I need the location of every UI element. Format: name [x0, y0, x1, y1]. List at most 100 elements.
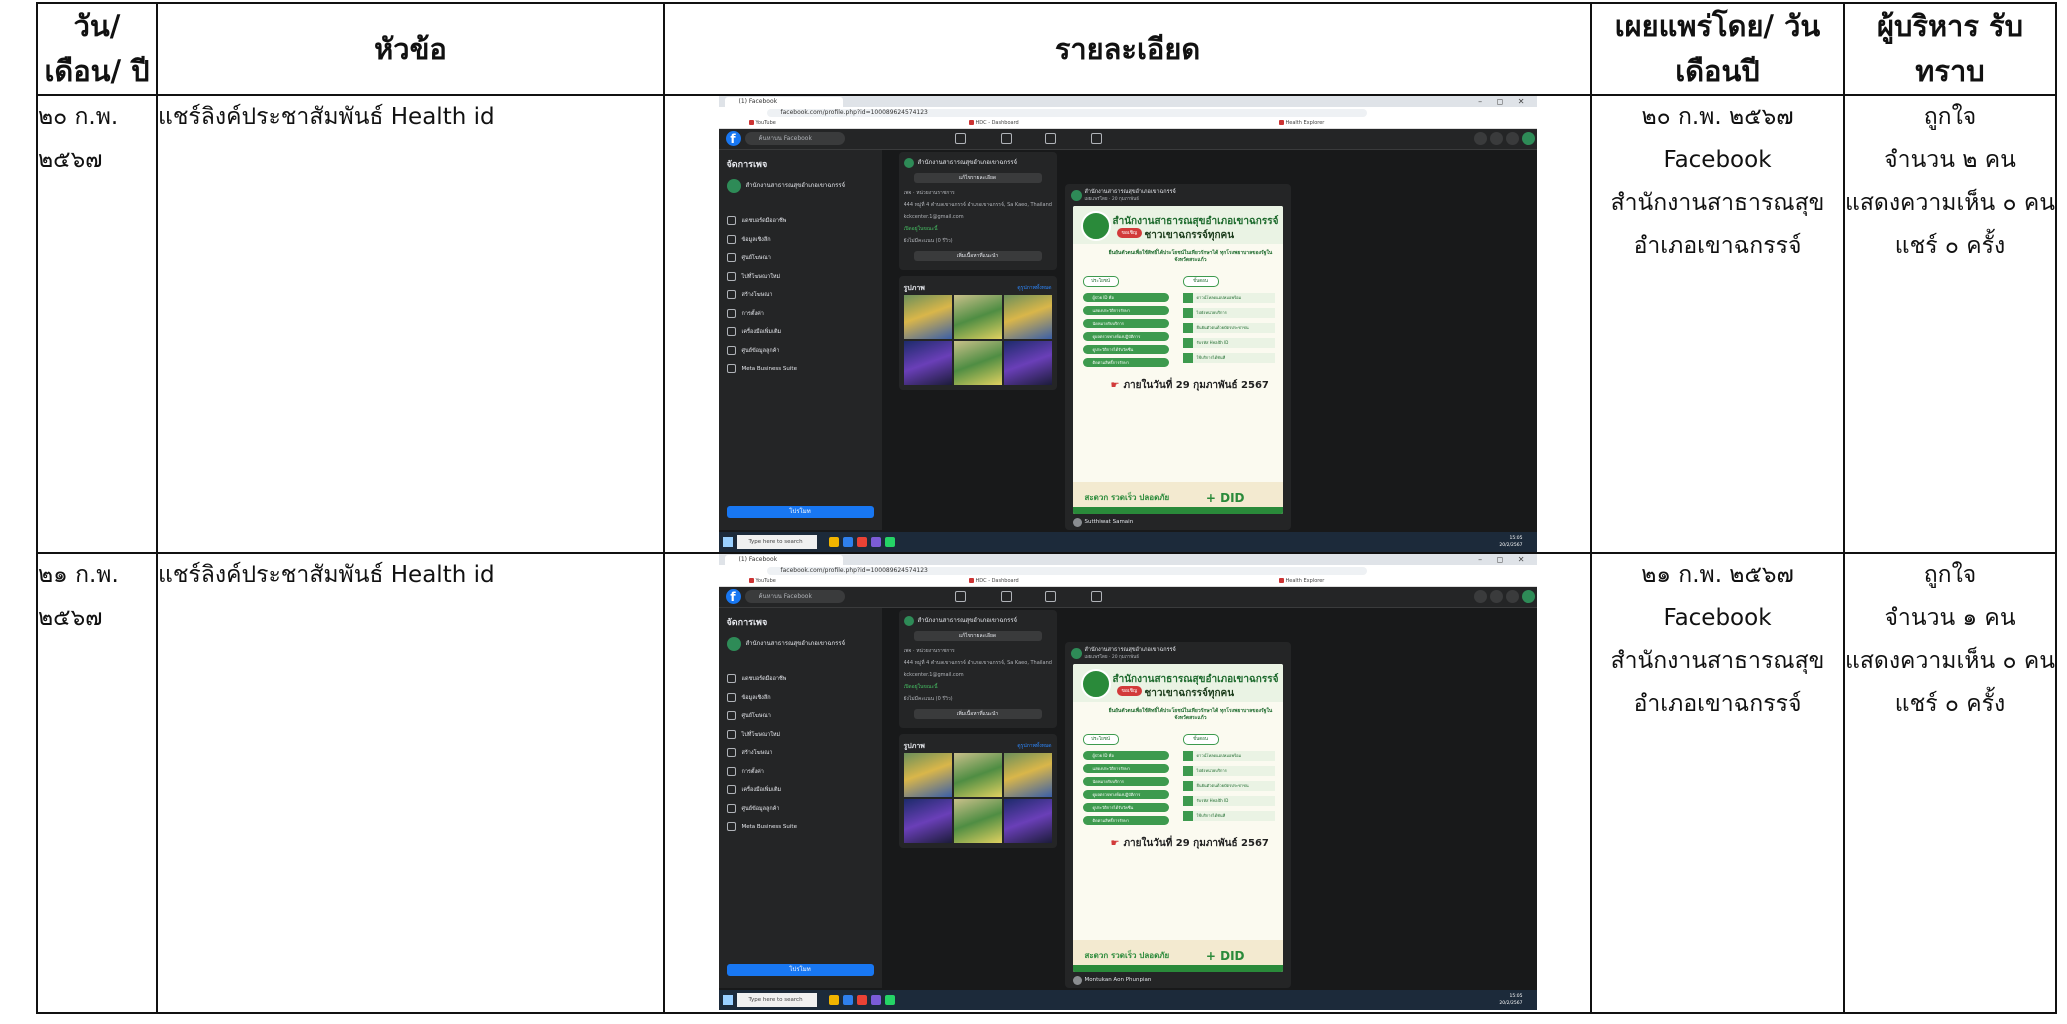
- post-author[interactable]: สำนักงานสาธารณสุขอำเภอเขาฉกรรจ์ เผยแพร่โด…: [1070, 189, 1176, 203]
- browser-tab[interactable]: (1) Facebook: [724, 97, 843, 107]
- facebook-screenshot: (1) Facebook – ◻ ✕ facebook.com/profile.…: [718, 554, 1537, 1010]
- see-all-photos-link[interactable]: ดูรูปภาพทั้งหมด: [1017, 739, 1051, 753]
- photo-thumbnail[interactable]: [1003, 799, 1052, 843]
- sidebar-item[interactable]: ข้อมูลเชิงลึก: [727, 231, 797, 250]
- edit-details-button[interactable]: แก้ไขรายละเอียด: [913, 631, 1042, 641]
- chrome-icon[interactable]: [856, 995, 867, 1005]
- sidebar-item[interactable]: แดชบอร์ดมืออาชีพ: [727, 670, 797, 689]
- messenger-icon[interactable]: [1489, 132, 1503, 145]
- line-icon[interactable]: [884, 995, 895, 1005]
- taskbar-search-input[interactable]: Type here to search: [736, 993, 817, 1007]
- sidebar-item[interactable]: สร้างโฆษณา: [727, 286, 797, 305]
- sidebar-item[interactable]: สร้างโฆษณา: [727, 744, 797, 763]
- sidebar-item[interactable]: เครื่องมือเพิ่มเติม: [727, 323, 797, 342]
- menu-grid-icon[interactable]: [1473, 132, 1487, 145]
- published-org: สำนักงานสาธารณสุขอำเภอเขาฉกรรจ์: [1610, 648, 1825, 717]
- row-date: ๒๐ ก.พ. ๒๕๖๗: [36, 94, 158, 554]
- sidebar-page-name[interactable]: สำนักงานสาธารณสุขอำเภอเขาฉกรรจ์: [727, 636, 846, 652]
- facebook-search-input[interactable]: ค้นหาบน Facebook: [744, 132, 845, 145]
- sidebar-item[interactable]: Meta Business Suite: [727, 360, 797, 379]
- sidebar-item[interactable]: การตั้งค่า: [727, 763, 797, 782]
- megaphone-icon[interactable]: [1090, 133, 1102, 144]
- sidebar-item[interactable]: ศูนย์ข้อมูลลูกค้า: [727, 800, 797, 819]
- photo-thumbnail[interactable]: [953, 295, 1002, 339]
- windows-start-icon[interactable]: [722, 537, 733, 547]
- photo-thumbnail[interactable]: [953, 341, 1002, 385]
- facebook-logo-icon[interactable]: f: [725, 131, 741, 146]
- sidebar-item[interactable]: ไปที่โฆษณาใหม่: [727, 268, 797, 287]
- browser-tab[interactable]: (1) Facebook: [724, 555, 843, 565]
- sidebar-item[interactable]: ศูนย์โฆษณา: [727, 249, 797, 268]
- photo-thumbnail[interactable]: [1003, 295, 1052, 339]
- marketplace-icon[interactable]: [1044, 591, 1056, 602]
- sidebar-item[interactable]: ไปที่โฆษณาใหม่: [727, 726, 797, 745]
- facebook-search-input[interactable]: ค้นหาบน Facebook: [744, 590, 845, 603]
- post-author[interactable]: สำนักงานสาธารณสุขอำเภอเขาฉกรรจ์ เผยแพร่โด…: [1070, 647, 1176, 661]
- url-field[interactable]: facebook.com/profile.php?id=100089624574…: [766, 109, 1367, 117]
- taskbar-clock[interactable]: 15:05 20/2/2567: [1499, 535, 1522, 549]
- commenter-name[interactable]: Montukan Aon Phunpian: [1072, 975, 1151, 986]
- profile-avatar[interactable]: [1521, 132, 1535, 145]
- photo-thumbnail[interactable]: [1003, 753, 1052, 797]
- notifications-icon[interactable]: [1505, 132, 1519, 145]
- sidebar-item[interactable]: ศูนย์โฆษณา: [727, 707, 797, 726]
- home-icon[interactable]: [954, 591, 966, 602]
- flag-icon[interactable]: [1000, 591, 1012, 602]
- photo-thumbnail[interactable]: [953, 799, 1002, 843]
- url-field[interactable]: facebook.com/profile.php?id=100089624574…: [766, 567, 1367, 575]
- teams-icon[interactable]: [870, 537, 881, 547]
- explorer-icon[interactable]: [828, 537, 839, 547]
- window-controls[interactable]: – ◻ ✕: [1478, 96, 1530, 107]
- bookmark-item[interactable]: YouTube: [749, 120, 776, 127]
- add-featured-button[interactable]: เพิ่มเนื้อหาที่แนะนำ: [913, 709, 1042, 719]
- sidebar-item[interactable]: การตั้งค่า: [727, 305, 797, 324]
- shares-count: แชร์ ๐ ครั้ง: [1894, 233, 2006, 259]
- edge-icon[interactable]: [842, 995, 853, 1005]
- chrome-icon[interactable]: [856, 537, 867, 547]
- messenger-icon[interactable]: [1489, 590, 1503, 603]
- bookmark-item[interactable]: Health Explorer: [1279, 120, 1325, 127]
- photo-thumbnail[interactable]: [903, 295, 952, 339]
- health-id-poster[interactable]: สำนักงานสาธารณสุขอำเภอเขาฉกรรจ์ ขอเชิญ ช…: [1072, 664, 1283, 972]
- marketplace-icon[interactable]: [1044, 133, 1056, 144]
- sidebar-item[interactable]: ข้อมูลเชิงลึก: [727, 689, 797, 708]
- photo-thumbnail[interactable]: [1003, 341, 1052, 385]
- photo-thumbnail[interactable]: [903, 341, 952, 385]
- bookmark-item[interactable]: YouTube: [749, 578, 776, 585]
- menu-grid-icon[interactable]: [1473, 590, 1487, 603]
- published-date: ๒๐ ก.พ. ๒๕๖๗: [1641, 104, 1794, 130]
- step-pill: ดาวน์โหลดแอปหมอพร้อม: [1182, 751, 1275, 761]
- megaphone-icon[interactable]: [1090, 591, 1102, 602]
- edge-icon[interactable]: [842, 537, 853, 547]
- window-controls[interactable]: – ◻ ✕: [1478, 554, 1530, 565]
- bookmark-item[interactable]: HDC - Dashboard: [969, 120, 1019, 127]
- notifications-icon[interactable]: [1505, 590, 1519, 603]
- bookmark-item[interactable]: HDC - Dashboard: [969, 578, 1019, 585]
- promote-button[interactable]: โปรโมท: [726, 506, 874, 518]
- sidebar-page-name[interactable]: สำนักงานสาธารณสุขอำเภอเขาฉกรรจ์: [727, 178, 846, 194]
- teams-icon[interactable]: [870, 995, 881, 1005]
- edit-details-button[interactable]: แก้ไขรายละเอียด: [913, 173, 1042, 183]
- profile-avatar[interactable]: [1521, 590, 1535, 603]
- windows-start-icon[interactable]: [722, 995, 733, 1005]
- flag-icon[interactable]: [1000, 133, 1012, 144]
- sidebar-item[interactable]: แดชบอร์ดมืออาชีพ: [727, 212, 797, 231]
- sidebar-item[interactable]: Meta Business Suite: [727, 818, 797, 837]
- promote-button[interactable]: โปรโมท: [726, 964, 874, 976]
- line-icon[interactable]: [884, 537, 895, 547]
- taskbar-clock[interactable]: 15:05 20/2/2567: [1499, 993, 1522, 1007]
- photo-thumbnail[interactable]: [903, 753, 952, 797]
- bookmark-item[interactable]: Health Explorer: [1279, 578, 1325, 585]
- commenter-name[interactable]: Sutthiwat Samain: [1072, 517, 1133, 528]
- sidebar-item[interactable]: ศูนย์ข้อมูลลูกค้า: [727, 342, 797, 361]
- add-featured-button[interactable]: เพิ่มเนื้อหาที่แนะนำ: [913, 251, 1042, 261]
- photo-thumbnail[interactable]: [903, 799, 952, 843]
- photo-thumbnail[interactable]: [953, 753, 1002, 797]
- home-icon[interactable]: [954, 133, 966, 144]
- taskbar-search-input[interactable]: Type here to search: [736, 535, 817, 549]
- sidebar-item[interactable]: เครื่องมือเพิ่มเติม: [727, 781, 797, 800]
- see-all-photos-link[interactable]: ดูรูปภาพทั้งหมด: [1017, 281, 1051, 295]
- explorer-icon[interactable]: [828, 995, 839, 1005]
- health-id-poster[interactable]: สำนักงานสาธารณสุขอำเภอเขาฉกรรจ์ ขอเชิญ ช…: [1072, 206, 1283, 514]
- facebook-logo-icon[interactable]: f: [725, 589, 741, 604]
